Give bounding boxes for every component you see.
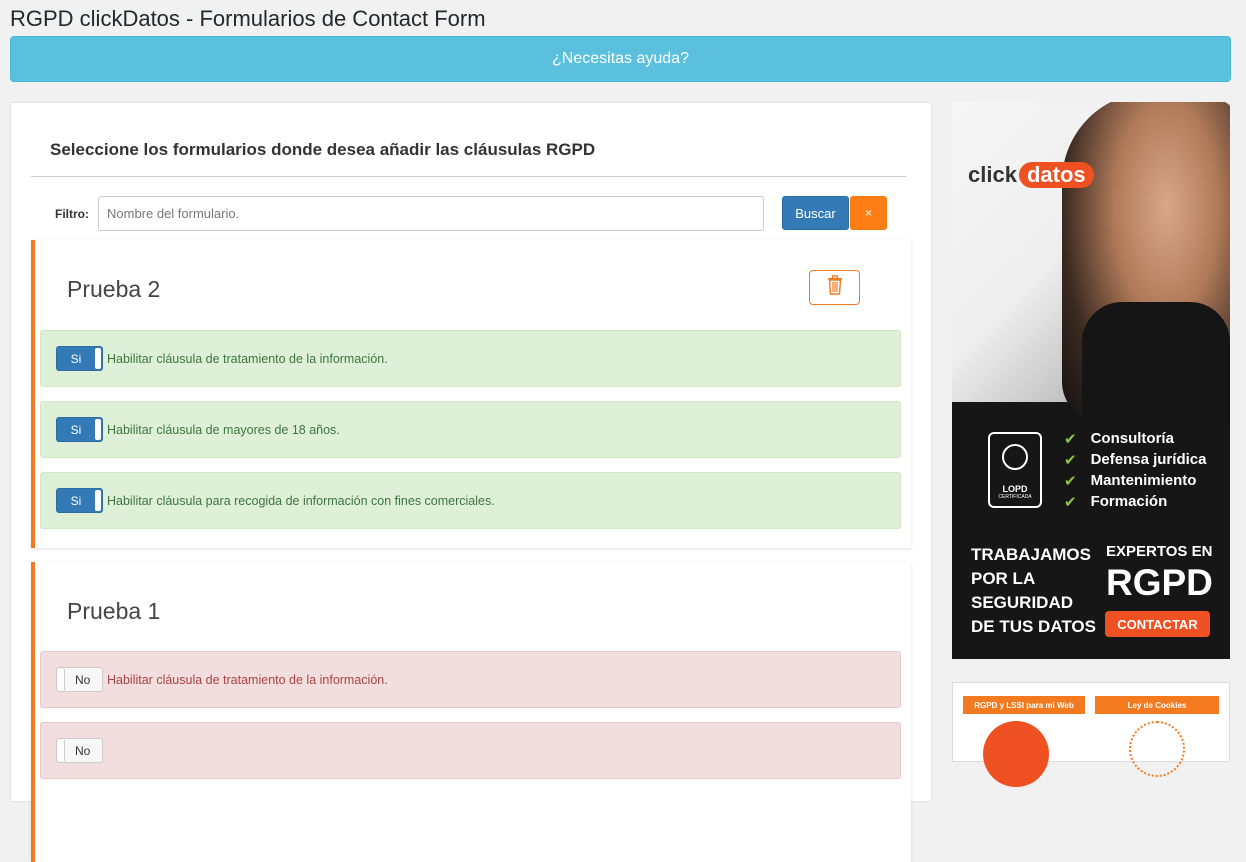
form-card: Prueba 2 Si Habilitar cláusula de tratam…	[31, 240, 911, 548]
second-ad-banner[interactable]: RGPD y LSSI para mi Web Ley de Cookies	[952, 682, 1230, 787]
clear-filter-button[interactable]: ×	[850, 196, 887, 230]
check-icon: ✔	[1064, 493, 1077, 511]
clause-option: Si Habilitar cláusula de mayores de 18 a…	[40, 401, 901, 458]
clause-option: Si Habilitar cláusula para recogida de i…	[40, 472, 901, 529]
clause-text: Habilitar cláusula de mayores de 18 años…	[107, 422, 340, 437]
clause-option: No	[40, 722, 901, 779]
toggle-knob	[95, 348, 101, 369]
clause-option: No Habilitar cláusula de tratamiento de …	[40, 651, 901, 708]
delete-form-button[interactable]	[809, 270, 860, 305]
clause-text: Habilitar cláusula para recogida de info…	[107, 493, 495, 508]
clause-toggle[interactable]: Si	[56, 346, 103, 371]
clause-option: Si Habilitar cláusula de tratamiento de …	[40, 330, 901, 387]
lopd-badge: LOPD CERTIFICADA	[988, 432, 1042, 508]
toggle-knob	[58, 669, 65, 690]
ad-experts-line1: EXPERTOS EN	[1106, 543, 1213, 560]
clickdatos-logo: click datos	[968, 162, 1094, 188]
cookie-icon	[1129, 721, 1185, 777]
panel-heading: Seleccione los formularios donde desea a…	[50, 140, 596, 159]
panel-divider	[31, 176, 906, 177]
toggle-label: Si	[70, 351, 82, 366]
forms-panel: Seleccione los formularios donde desea a…	[10, 102, 932, 862]
service-item: ✔ Mantenimiento	[1064, 472, 1197, 490]
check-icon: ✔	[1064, 430, 1077, 448]
contact-button[interactable]: CONTACTAR	[1105, 611, 1210, 637]
ad-photo: click datos	[952, 102, 1230, 422]
toggle-label: No	[75, 743, 91, 758]
toggle-label: No	[75, 672, 91, 687]
toggle-label: Si	[70, 493, 82, 508]
page-title: RGPD clickDatos - Formularios de Contact…	[10, 6, 486, 31]
form-title: Prueba 1	[67, 598, 161, 624]
badge-line1: LOPD	[1002, 484, 1028, 494]
ad2-tag-rgpd: RGPD y LSSI para mi Web	[963, 696, 1085, 714]
ad2-web-icon	[983, 721, 1049, 787]
filter-label: Filtro:	[55, 207, 89, 221]
ad-experts-line2: RGPD	[1106, 562, 1213, 603]
ad-tagline: TRABAJAMOS POR LA SEGURIDAD DE TUS DATOS	[971, 545, 1096, 636]
toggle-knob	[58, 740, 65, 761]
lock-icon	[1002, 444, 1028, 470]
clause-toggle[interactable]: No	[56, 738, 103, 763]
badge-line2: CERTIFICADA	[998, 494, 1032, 500]
service-item: ✔ Formación	[1064, 493, 1168, 511]
clause-text: Habilitar cláusula de tratamiento de la …	[107, 351, 388, 366]
trash-icon	[826, 275, 844, 300]
service-item: ✔ Consultoría	[1064, 430, 1174, 448]
services-list: ✔ Consultoría ✔ Defensa jurídica ✔ Mantenim…	[1064, 428, 1206, 512]
check-icon: ✔	[1064, 451, 1077, 469]
clause-toggle[interactable]: Si	[56, 488, 103, 513]
help-button[interactable]: ¿Necesitas ayuda?	[10, 36, 1231, 82]
check-icon: ✔	[1064, 472, 1077, 490]
form-title: Prueba 2	[67, 276, 161, 302]
toggle-knob	[95, 419, 101, 440]
ad-suit-image	[1082, 302, 1230, 422]
ad2-tag-cookies: Ley de Cookies	[1095, 696, 1219, 714]
form-card: Prueba 1 No Habilitar cláusula de tratam…	[31, 562, 911, 862]
service-item: ✔ Defensa jurídica	[1064, 451, 1207, 469]
clause-toggle[interactable]: No	[56, 667, 103, 692]
filter-input[interactable]	[98, 196, 764, 231]
toggle-label: Si	[70, 422, 82, 437]
clause-text: Habilitar cláusula de tratamiento de la …	[107, 672, 388, 687]
clause-toggle[interactable]: Si	[56, 417, 103, 442]
toggle-knob	[95, 490, 101, 511]
search-button[interactable]: Buscar	[782, 196, 849, 230]
clickdatos-ad-banner[interactable]: click datos LOPD CERTIFICADA ✔ Consultoría…	[952, 102, 1230, 659]
